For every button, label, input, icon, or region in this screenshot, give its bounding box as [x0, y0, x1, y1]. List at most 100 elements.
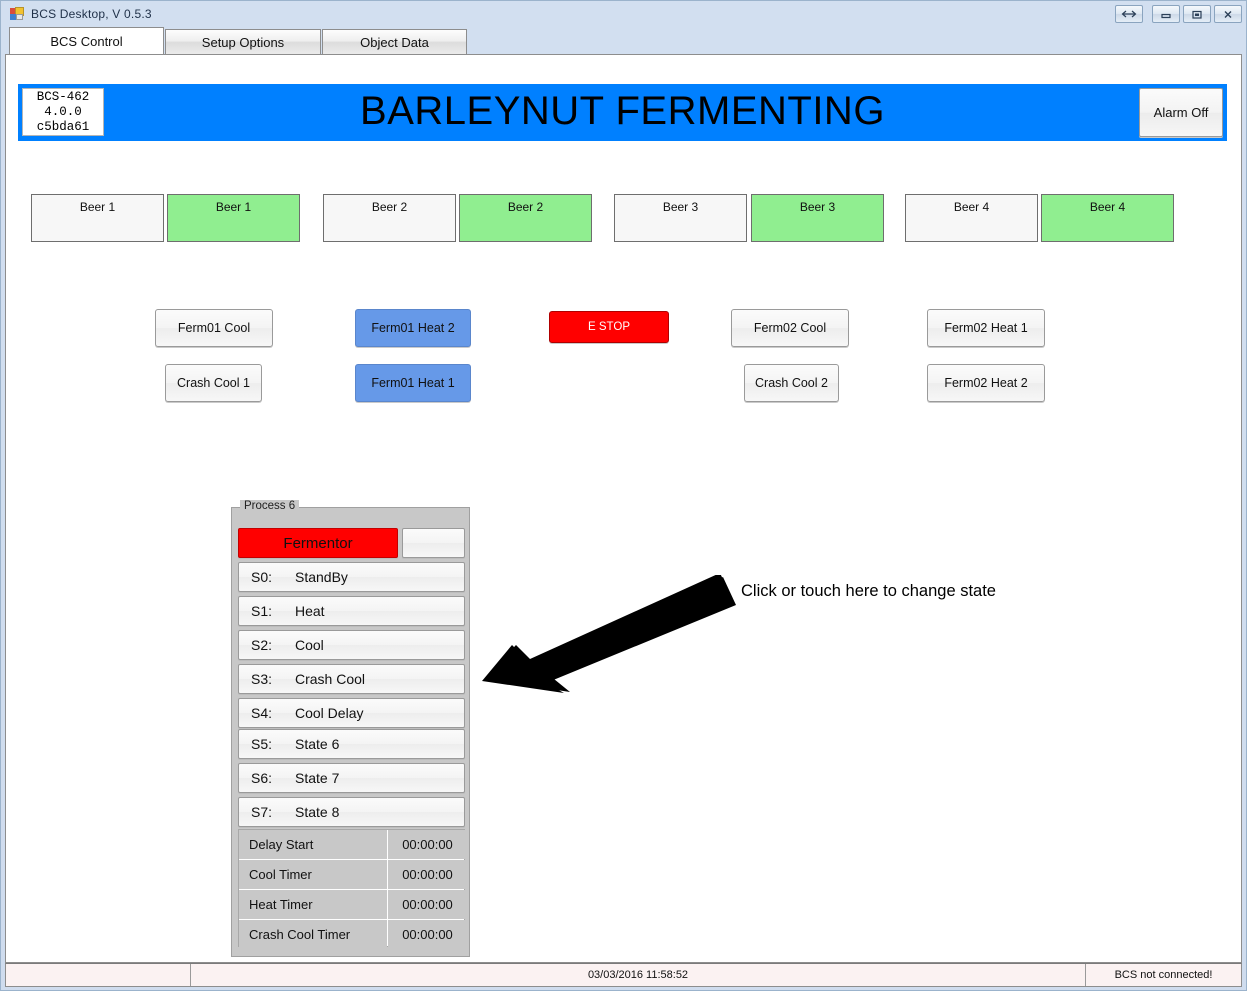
state-name: Cool Delay — [295, 705, 364, 721]
state-button-s4[interactable]: S4: Cool Delay — [238, 698, 465, 728]
tab-bcs-control[interactable]: BCS Control — [9, 27, 164, 54]
window-controls — [1115, 5, 1242, 23]
timer-value: 00:00:00 — [388, 860, 467, 889]
beer-button-4-off[interactable]: Beer 4 — [905, 194, 1038, 242]
hint-label: Click or touch here to change state — [741, 582, 996, 600]
state-id: S3: — [251, 671, 273, 687]
state-name: StandBy — [295, 569, 348, 585]
button-label: Ferm02 Heat 1 — [944, 321, 1028, 335]
state-button-s0[interactable]: S0: StandBy — [238, 562, 465, 592]
window-title: BCS Desktop, V 0.5.3 — [31, 7, 152, 21]
minimize-button[interactable] — [1152, 5, 1180, 23]
timer-value: 00:00:00 — [388, 890, 467, 919]
state-id: S1: — [251, 603, 273, 619]
timer-label: Cool Timer — [239, 860, 387, 889]
button-label: E STOP — [588, 321, 630, 333]
beer-button-label: Beer 4 — [1089, 200, 1126, 214]
state-button-s3[interactable]: S3: Crash Cool — [238, 664, 465, 694]
minimize-icon — [1161, 13, 1171, 19]
beer-button-2-on[interactable]: Beer 2 — [459, 194, 592, 242]
close-button[interactable] — [1214, 5, 1242, 23]
state-name: State 8 — [295, 804, 340, 820]
ferm02-heat-2-button[interactable]: Ferm02 Heat 2 — [927, 364, 1045, 402]
crash-cool-2-button[interactable]: Crash Cool 2 — [744, 364, 839, 402]
maximize-icon — [1192, 10, 1202, 19]
beer-button-label: Beer 1 — [79, 200, 116, 214]
beer-button-4-on[interactable]: Beer 4 — [1041, 194, 1174, 242]
tab-label: BCS Control — [50, 33, 123, 49]
ferm02-cool-button[interactable]: Ferm02 Cool — [731, 309, 849, 347]
button-label: Crash Cool 1 — [177, 376, 250, 390]
button-label: Ferm02 Cool — [753, 321, 827, 335]
ferm01-cool-button[interactable]: Ferm01 Cool — [155, 309, 273, 347]
status-datetime: 03/03/2016 11:58:52 — [191, 964, 1086, 986]
state-name: Cool — [295, 637, 324, 653]
status-connection: BCS not connected! — [1114, 969, 1213, 981]
fermentor-state-button[interactable]: Fermentor — [238, 528, 398, 558]
beer-button-1-on[interactable]: Beer 1 — [167, 194, 300, 242]
beer-button-2-off[interactable]: Beer 2 — [323, 194, 456, 242]
button-label: Ferm01 Cool — [177, 321, 251, 335]
button-label: Ferm02 Heat 2 — [944, 376, 1028, 390]
app-icon — [9, 6, 25, 22]
state-name: State 7 — [295, 770, 340, 786]
timer-label: Delay Start — [239, 830, 387, 859]
tab-label: Setup Options — [201, 34, 285, 50]
arrow-pointing-down-left-icon — [482, 575, 736, 693]
beer-button-label: Beer 3 — [662, 200, 699, 214]
status-bar: 03/03/2016 11:58:52 BCS not connected! — [5, 963, 1242, 987]
beer-button-3-on[interactable]: Beer 3 — [751, 194, 884, 242]
fermentor-label: Fermentor — [283, 534, 353, 552]
alarm-button-label: Alarm Off — [1153, 105, 1209, 120]
button-label: Crash Cool 2 — [755, 376, 828, 390]
state-button-s1[interactable]: S1: Heat — [238, 596, 465, 626]
state-button-s5[interactable]: S5: State 6 — [238, 729, 465, 759]
close-icon — [1224, 10, 1232, 18]
crash-cool-1-button[interactable]: Crash Cool 1 — [165, 364, 262, 402]
tab-label: Object Data — [360, 34, 429, 50]
process-panel-legend: Process 6 — [240, 500, 300, 512]
state-name: Crash Cool — [295, 671, 366, 687]
state-name: State 6 — [295, 736, 340, 752]
beer-button-label: Beer 2 — [507, 200, 544, 214]
alarm-off-button[interactable]: Alarm Off — [1139, 88, 1223, 137]
state-id: S6: — [251, 770, 273, 786]
beer-button-label: Beer 1 — [215, 200, 252, 214]
restore-size-button[interactable] — [1115, 5, 1143, 23]
timer-table: Delay Start 00:00:00 Cool Timer 00:00:00… — [238, 829, 467, 949]
maximize-button[interactable] — [1183, 5, 1211, 23]
header-banner: BCS-462 4.0.0 c5bda61 BARLEYNUT FERMENTI… — [18, 84, 1227, 141]
timer-value: 00:00:00 — [388, 830, 467, 859]
beer-button-label: Beer 3 — [799, 200, 836, 214]
process-panel: Process 6 Fermentor S0: StandBy S1: Heat… — [231, 500, 470, 957]
beer-button-3-off[interactable]: Beer 3 — [614, 194, 747, 242]
tab-setup-options[interactable]: Setup Options — [165, 29, 321, 54]
fermentor-aux-button[interactable] — [402, 528, 465, 558]
tab-object-data[interactable]: Object Data — [322, 29, 467, 54]
state-button-s7[interactable]: S7: State 8 — [238, 797, 465, 827]
tab-bar: BCS Control Setup Options Object Data — [1, 27, 1246, 54]
window-titlebar: BCS Desktop, V 0.5.3 — [1, 1, 1246, 27]
beer-button-1-off[interactable]: Beer 1 — [31, 194, 164, 242]
state-id: S4: — [251, 705, 273, 721]
ferm01-heat-1-button[interactable]: Ferm01 Heat 1 — [355, 364, 471, 402]
timer-value: 00:00:00 — [388, 920, 467, 949]
ferm02-heat-1-button[interactable]: Ferm02 Heat 1 — [927, 309, 1045, 347]
timer-label: Heat Timer — [239, 890, 387, 919]
state-id: S2: — [251, 637, 273, 653]
state-id: S0: — [251, 569, 273, 585]
beer-button-label: Beer 4 — [953, 200, 990, 214]
e-stop-button[interactable]: E STOP — [549, 311, 669, 343]
state-button-s2[interactable]: S2: Cool — [238, 630, 465, 660]
timer-label: Crash Cool Timer — [239, 920, 387, 949]
page-title: BARLEYNUT FERMENTING — [360, 89, 885, 133]
button-label: Ferm01 Heat 1 — [371, 376, 455, 390]
ferm01-heat-2-button[interactable]: Ferm01 Heat 2 — [355, 309, 471, 347]
state-id: S7: — [251, 804, 273, 820]
status-left-panel — [6, 964, 191, 986]
state-button-s6[interactable]: S6: State 7 — [238, 763, 465, 793]
button-label: Ferm01 Heat 2 — [371, 321, 455, 335]
tab-panel-bcs-control: BCS-462 4.0.0 c5bda61 BARLEYNUT FERMENTI… — [5, 54, 1242, 963]
state-id: S5: — [251, 736, 273, 752]
double-arrow-icon — [1121, 10, 1137, 18]
